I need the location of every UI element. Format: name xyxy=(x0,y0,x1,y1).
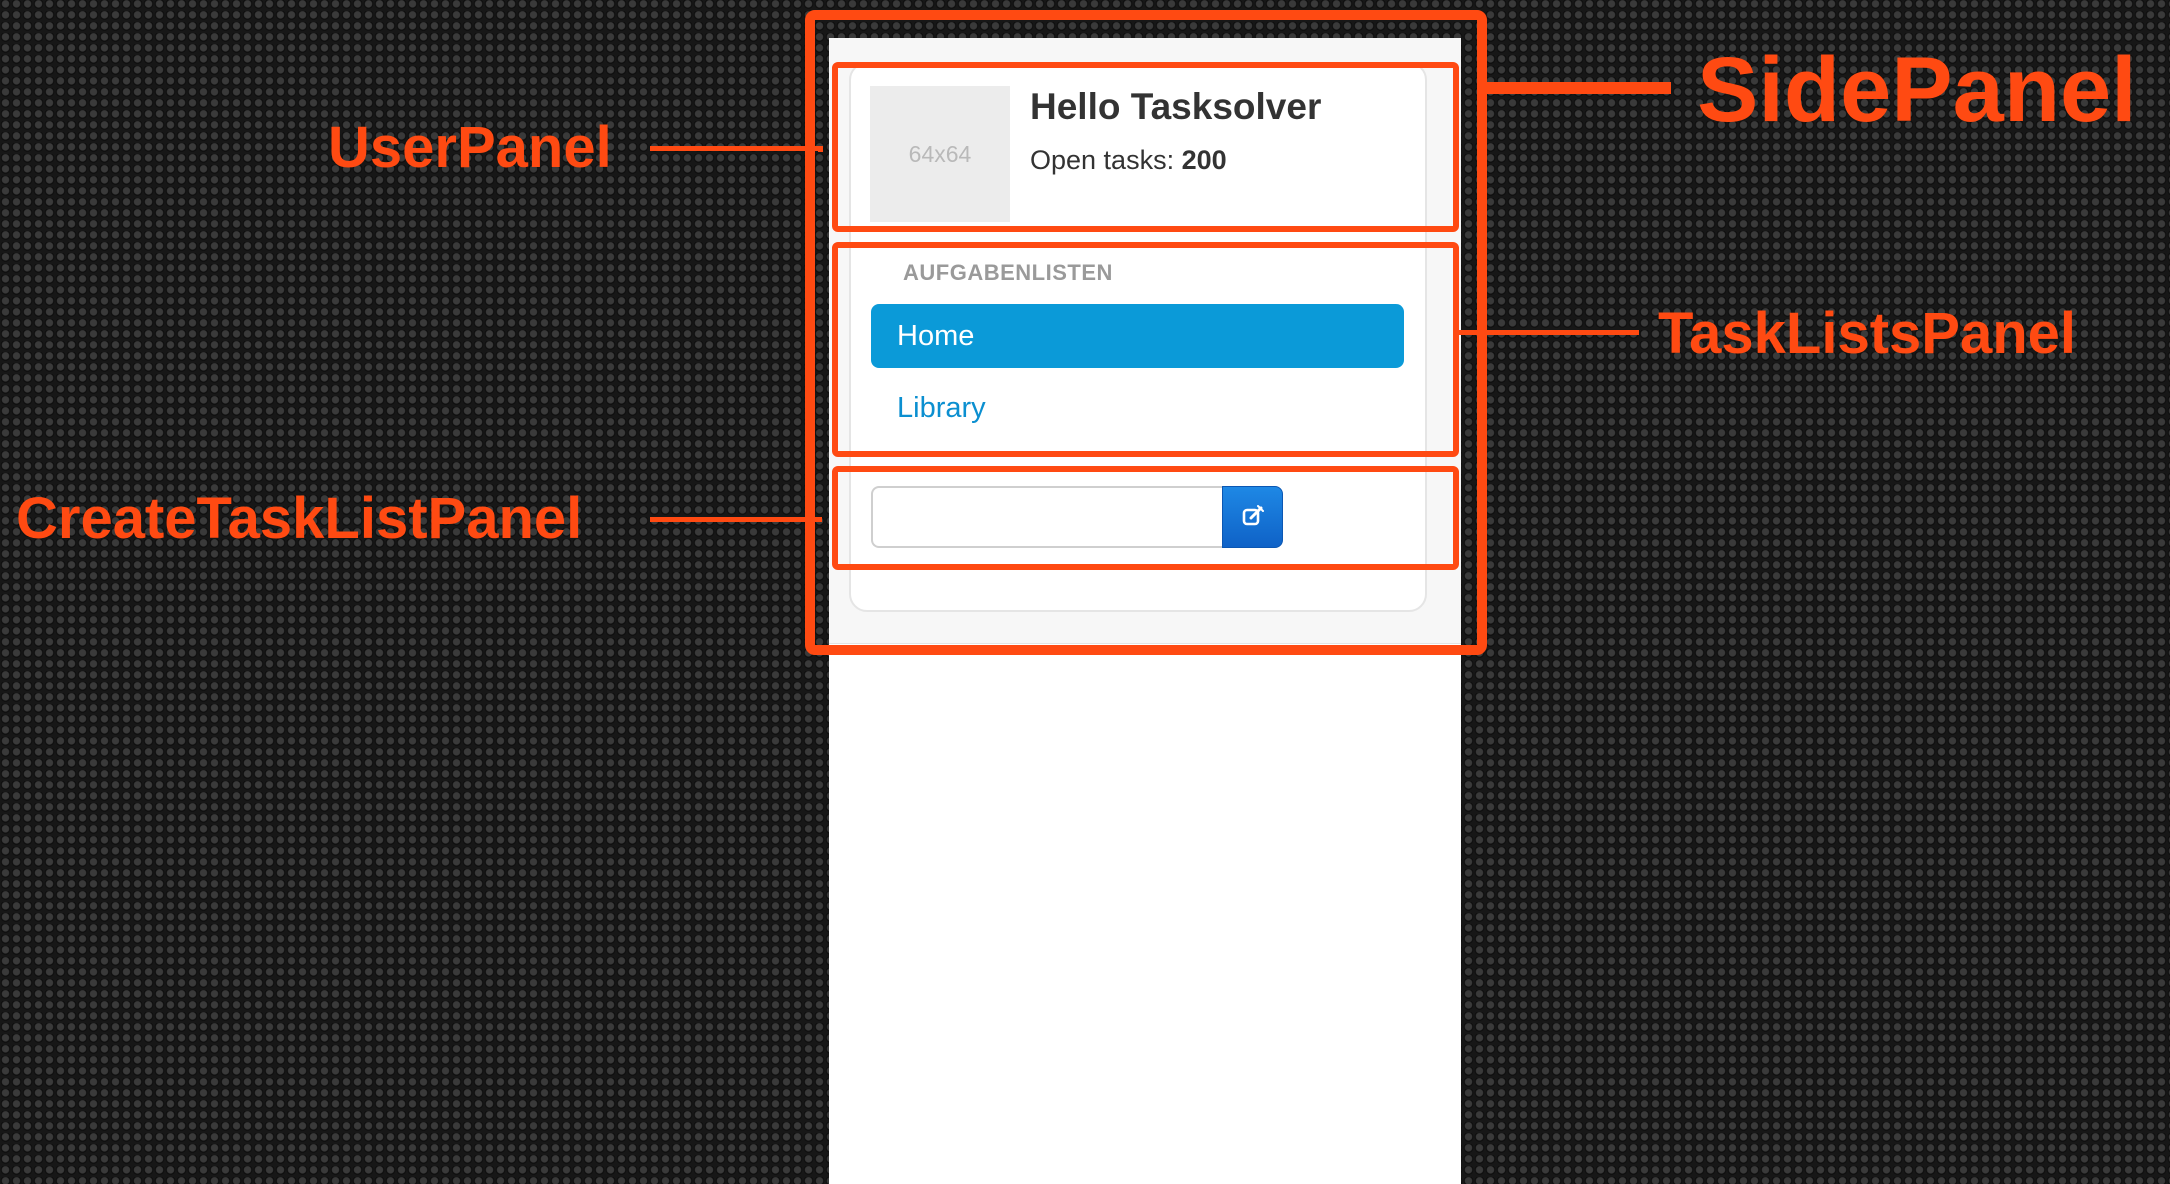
task-lists-panel-annotation-label: TaskListsPanel xyxy=(1658,301,2077,366)
create-task-list-panel-annotation-frame xyxy=(832,466,1459,570)
create-panel-leader-line xyxy=(650,517,822,522)
task-lists-panel-leader-line xyxy=(1459,330,1639,335)
side-panel-leader-line xyxy=(1487,82,1671,94)
user-panel-annotation-label: UserPanel xyxy=(328,115,612,180)
user-panel-annotation-frame xyxy=(832,62,1459,232)
user-panel-leader-line xyxy=(650,146,822,151)
task-lists-panel-annotation-frame xyxy=(832,242,1459,457)
user-panel-leader-stub xyxy=(818,146,823,152)
side-panel-annotation-label: SidePanel xyxy=(1697,39,2137,141)
create-task-list-panel-annotation-label: CreateTaskListPanel xyxy=(16,486,583,551)
